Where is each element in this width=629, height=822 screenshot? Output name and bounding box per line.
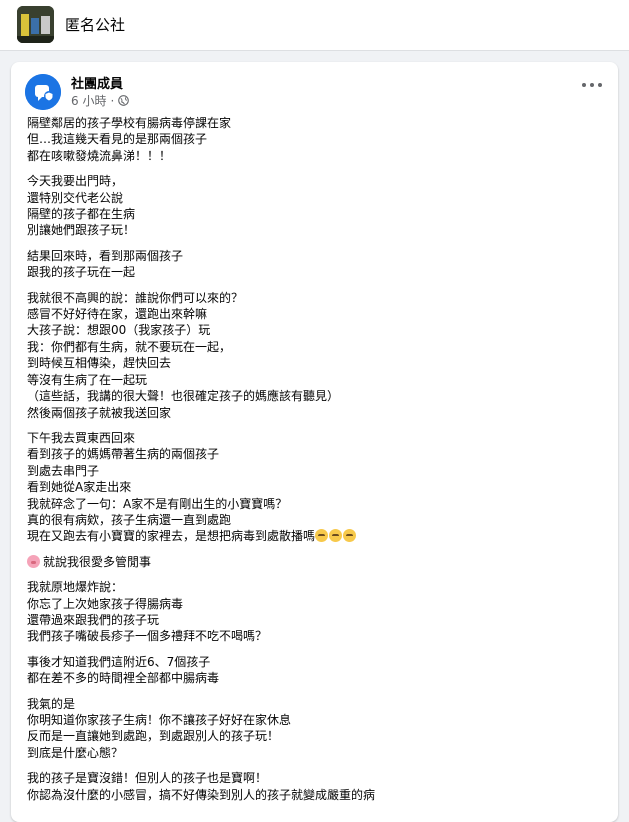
group-thumbnail[interactable] — [17, 6, 54, 43]
post-time[interactable]: 6 小時 — [71, 92, 106, 109]
post-line: 今天我要出門時， — [27, 174, 124, 189]
more-horizontal-icon[interactable] — [582, 78, 602, 92]
rolling-eyes-emoji — [343, 529, 357, 543]
post-paragraph: 事後才知道我們這附近6、7個孩子 都在差不多的時間裡全部都中腸病毒 — [27, 654, 607, 687]
post-line-text: 就說我很愛多管閒事 — [43, 554, 152, 569]
post-line: 看到孩子的媽媽帶著生病的兩個孩子 — [27, 447, 220, 462]
post-paragraph: 下午我去買東西回來 看到孩子的媽媽帶著生病的兩個孩子 到處去串門子 看到她從A家… — [27, 430, 607, 545]
post-line: 到時候互相傳染，趕快回去 — [27, 356, 172, 371]
post-paragraph: 我就原地爆炸說： 你忘了上次她家孩子得腸病毒 還帶過來跟我們的孩子玩 我們孩子嘴… — [27, 579, 607, 645]
post-line: 事後才知道我們這附近6、7個孩子 — [27, 654, 211, 669]
post-paragraph: 結果回來時，看到那兩個孩子 跟我的孩子玩在一起 — [27, 248, 607, 281]
post-line-text: 現在又跑去有小寶寶的家裡去，是想把病毒到處散播嗎 — [27, 529, 316, 544]
post-line: 但…我這幾天看見的是那兩個孩子 — [27, 132, 208, 147]
post-line: 看到她從A家走出來 — [27, 480, 132, 495]
post-line: 下午我去買東西回來 — [27, 430, 136, 445]
post-paragraph: 我就很不高興的說：誰說你們可以來的？ 感冒不好好待在家，還跑出來幹嘛 大孩子說：… — [27, 290, 607, 421]
post-paragraph: 我的孩子是寶沒錯！但別人的孩子也是寶啊！ 你認為沒什麼的小感冒，搞不好傳染到別人… — [27, 770, 607, 803]
post-body: 隔壁鄰居的孩子學校有腸病毒停課在家 但…我這幾天看見的是那兩個孩子 都在咳嗽發燒… — [27, 115, 607, 812]
post-paragraph: 我氣的是 你明知道你家孩子生病！你不讓孩子好好在家休息 反而是一直讓她到處跑，到… — [27, 696, 607, 762]
post-author[interactable]: 社團成員 — [71, 73, 123, 92]
post-line: 大孩子說：想跟00（我家孩子）玩 — [27, 323, 211, 338]
anonymous-member-avatar[interactable] — [25, 74, 61, 110]
post-line: 你明知道你家孩子生病！你不讓孩子好好在家休息 — [27, 713, 292, 727]
post-line: 你忘了上次她家孩子得腸病毒 — [27, 596, 184, 611]
post-line: 結果回來時，看到那兩個孩子 — [27, 248, 184, 263]
post-line: 我就原地爆炸說： — [27, 580, 124, 595]
post-line: 都在咳嗽發燒流鼻涕！！！ — [27, 148, 172, 163]
post-line: 隔壁的孩子都在生病 — [27, 207, 136, 222]
rolling-eyes-emoji — [329, 529, 343, 543]
post-line: 反而是一直讓她到處跑，到處跟別人的孩子玩！ — [27, 729, 280, 744]
post-line: 然後兩個孩子就被我送回家 — [27, 405, 172, 420]
post-line: 我的孩子是寶沒錯！但別人的孩子也是寶啊！ — [27, 771, 268, 786]
post-line: 就說我很愛多管閒事 — [27, 554, 607, 570]
post-line: 感冒不好好待在家，還跑出來幹嘛 — [27, 307, 208, 322]
rolling-eyes-emoji — [315, 529, 329, 543]
post-line: 我氣的是 — [27, 696, 76, 711]
post-line: 我們孩子嘴破長疹子一個多禮拜不吃不喝嗎？ — [27, 629, 268, 644]
meta-separator: · — [110, 93, 115, 108]
post-paragraph: 隔壁鄰居的孩子學校有腸病毒停課在家 但…我這幾天看見的是那兩個孩子 都在咳嗽發燒… — [27, 115, 607, 164]
post-paragraph: 今天我要出門時， 還特別交代老公說 隔壁的孩子都在生病 別讓她們跟孩子玩！ — [27, 173, 607, 239]
post-line: 跟我的孩子玩在一起 — [27, 265, 136, 280]
post-card: 社團成員 6 小時 · 隔壁鄰居的孩子學校有腸病毒停課在家 但…我這幾天看見的是… — [11, 62, 618, 822]
post-line: 還帶過來跟我們的孩子玩 — [27, 612, 160, 627]
post-line: 到底是什麼心態？ — [27, 745, 124, 760]
globe-icon[interactable] — [118, 95, 130, 106]
post-line: 都在差不多的時間裡全部都中腸病毒 — [27, 671, 220, 686]
post-line: （這些話，我講的很大聲！也很確定孩子的媽應該有聽見） — [27, 389, 340, 404]
pig-emoji — [27, 554, 40, 568]
post-line: 我就碎念了一句：A家不是有剛出生的小寶寶嗎？ — [27, 496, 288, 511]
post-line: 我就很不高興的說：誰說你們可以來的？ — [27, 290, 244, 305]
post-line: 現在又跑去有小寶寶的家裡去，是想把病毒到處散播嗎 — [27, 528, 607, 544]
post-line: 真的很有病欸，孩子生病還一直到處跑 — [27, 512, 232, 527]
post-line: 等沒有生病了在一起玩 — [27, 372, 148, 387]
post-line: 別讓她們跟孩子玩！ — [27, 223, 136, 238]
post-line: 你認為沒什麼的小感冒，搞不好傳染到別人的孩子就變成嚴重的病 — [27, 787, 376, 802]
group-header: 匿名公社 — [0, 0, 629, 51]
post-paragraph: 就說我很愛多管閒事 — [27, 554, 607, 570]
group-name[interactable]: 匿名公社 — [65, 14, 125, 35]
post-line: 到處去串門子 — [27, 463, 100, 478]
post-line: 隔壁鄰居的孩子學校有腸病毒停課在家 — [27, 116, 232, 130]
post-line: 還特別交代老公說 — [27, 190, 124, 205]
post-meta: 6 小時 · — [71, 92, 130, 109]
post-line: 我：你們都有生病，就不要玩在一起， — [27, 339, 232, 354]
